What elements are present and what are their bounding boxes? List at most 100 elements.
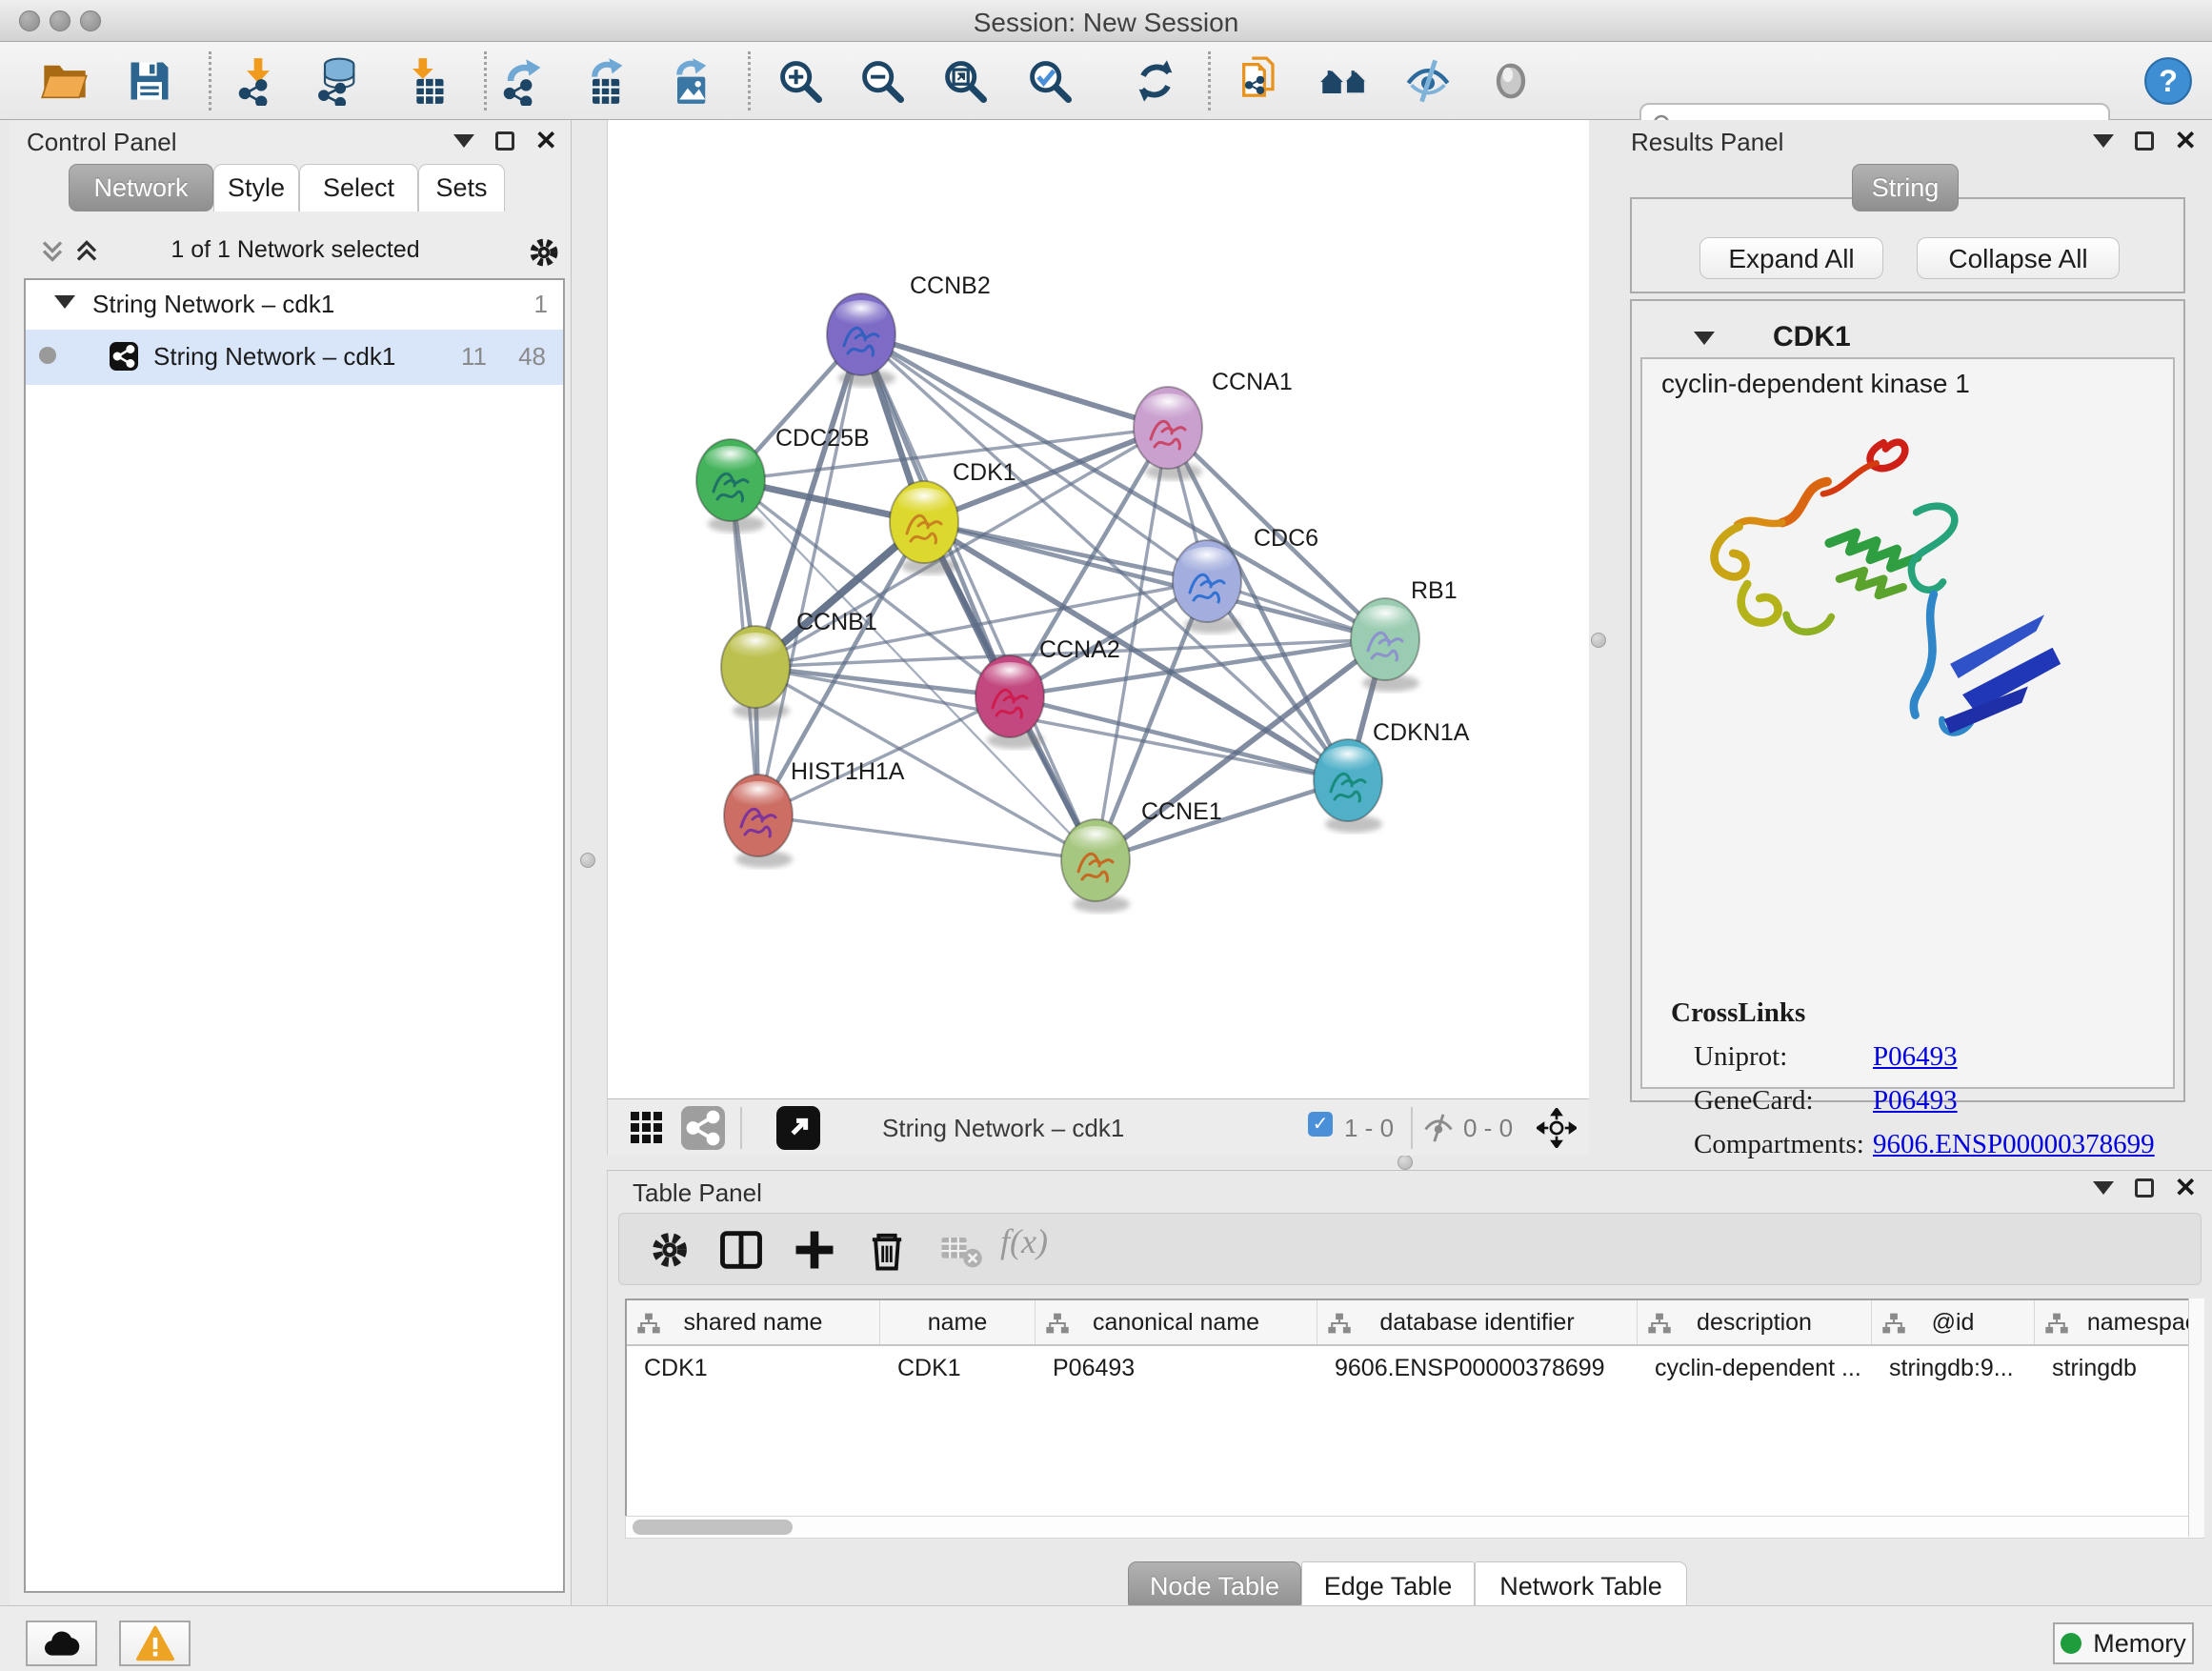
- zoom-out-icon[interactable]: [857, 56, 907, 106]
- collapse-all-chevron-icon[interactable]: [38, 238, 67, 267]
- gene-expander-icon[interactable]: [1694, 332, 1715, 345]
- window-title: Session: New Session: [0, 8, 2212, 38]
- import-network-file-icon[interactable]: [233, 56, 283, 106]
- column-label: shared name: [684, 1309, 823, 1337]
- panel-float-icon[interactable]: [2135, 1178, 2154, 1198]
- panel-menu-icon[interactable]: [2093, 1181, 2114, 1195]
- column-header-shared-name[interactable]: shared name: [627, 1300, 880, 1344]
- crosslink-link[interactable]: 9606.ENSP00000378699: [1873, 1129, 2155, 1160]
- network-node-CCNE1[interactable]: CCNE1: [1061, 798, 1222, 913]
- panel-menu-icon[interactable]: [2093, 134, 2114, 148]
- export-table-icon[interactable]: [580, 56, 630, 106]
- warning-button[interactable]: [119, 1621, 191, 1666]
- column-header-canonical-name[interactable]: canonical name: [1036, 1300, 1317, 1344]
- open-session-icon[interactable]: [40, 56, 90, 106]
- tab-edge-table[interactable]: Edge Table: [1301, 1561, 1475, 1611]
- table-body: CDK1CDK1P064939606.ENSP00000378699cyclin…: [627, 1346, 2202, 1390]
- memory-button[interactable]: Memory: [2053, 1622, 2194, 1664]
- panel-close-icon[interactable]: ✕: [535, 131, 557, 151]
- crosslink-link[interactable]: P06493: [1873, 1085, 1958, 1117]
- crosslink-label: Uniprot:: [1694, 1041, 1787, 1073]
- table-row[interactable]: CDK1CDK1P064939606.ENSP00000378699cyclin…: [627, 1346, 2202, 1390]
- network-node-CDC25B[interactable]: CDC25B: [696, 425, 870, 533]
- panel-close-icon[interactable]: ✕: [2175, 131, 2197, 151]
- delete-column-icon[interactable]: [862, 1225, 912, 1275]
- network-node-CCNA1[interactable]: CCNA1: [1134, 369, 1293, 480]
- panel-menu-icon[interactable]: [453, 134, 474, 148]
- horizontal-splitter-handle[interactable]: [1398, 1155, 1413, 1170]
- tab-string[interactable]: String: [1852, 164, 1959, 211]
- table-cell[interactable]: stringdb: [2035, 1346, 2204, 1390]
- collapse-all-button[interactable]: Collapse All: [1917, 237, 2120, 279]
- tab-network-table[interactable]: Network Table: [1475, 1561, 1687, 1611]
- hide-selected-eye-icon[interactable]: [1403, 56, 1453, 106]
- help-icon[interactable]: ?: [2143, 56, 2193, 106]
- table-gear-icon[interactable]: [645, 1225, 694, 1275]
- tab-network[interactable]: Network: [69, 164, 213, 211]
- column-header--id[interactable]: @id: [1872, 1300, 2035, 1344]
- birdseye-view-icon[interactable]: [776, 1106, 820, 1150]
- network-node-RB1[interactable]: RB1: [1351, 577, 1458, 692]
- horizontal-scrollbar-thumb[interactable]: [633, 1520, 793, 1535]
- column-header-name[interactable]: name: [880, 1300, 1036, 1344]
- collection-expander-icon[interactable]: [54, 295, 75, 309]
- panel-close-icon[interactable]: ✕: [2175, 1178, 2197, 1198]
- network-edge-CCNB2-CCNA1[interactable]: [861, 334, 1168, 428]
- tab-sets[interactable]: Sets: [418, 164, 505, 211]
- table-cell[interactable]: P06493: [1036, 1346, 1317, 1390]
- show-hidden-eye-icon[interactable]: [1486, 56, 1536, 106]
- selected-checkbox-icon[interactable]: ✓: [1308, 1112, 1333, 1137]
- select-columns-icon[interactable]: [716, 1225, 766, 1275]
- tab-node-table[interactable]: Node Table: [1128, 1561, 1301, 1611]
- table-cell[interactable]: CDK1: [880, 1346, 1036, 1390]
- table-cell[interactable]: 9606.ENSP00000378699: [1317, 1346, 1638, 1390]
- network-node-HIST1H1A[interactable]: HIST1H1A: [724, 758, 905, 868]
- expand-all-button[interactable]: Expand All: [1699, 237, 1883, 279]
- panel-float-icon[interactable]: [495, 131, 514, 151]
- network-view-toolbar: String Network – cdk1 ✓ 1 - 0 0 - 0: [607, 1098, 1589, 1156]
- export-network-icon[interactable]: [498, 56, 548, 106]
- column-header-description[interactable]: description: [1638, 1300, 1872, 1344]
- left-splitter-handle[interactable]: [580, 853, 595, 868]
- gear-icon[interactable]: [524, 232, 564, 272]
- network-node-CDKN1A[interactable]: CDKN1A: [1314, 719, 1470, 833]
- column-header-namespace[interactable]: namespace: [2035, 1300, 2204, 1344]
- title-bar: Session: New Session: [0, 0, 2212, 42]
- panel-float-icon[interactable]: [2135, 131, 2154, 151]
- network-edge-CCNB2-HIST1H1A[interactable]: [758, 334, 861, 815]
- zoom-selected-icon[interactable]: [1025, 56, 1075, 106]
- horizontal-scrollbar[interactable]: [625, 1516, 2204, 1539]
- network-edge-CCNA2-HIST1H1A[interactable]: [758, 696, 1010, 815]
- add-column-icon[interactable]: [790, 1225, 839, 1275]
- crosslink-link[interactable]: P06493: [1873, 1041, 1958, 1073]
- cloud-button[interactable]: [26, 1621, 97, 1666]
- memory-status-dot-icon: [2061, 1633, 2081, 1654]
- network-share-view-icon[interactable]: [681, 1106, 725, 1150]
- toolbar-separator: [209, 51, 211, 111]
- network-edge-HIST1H1A-CCNE1[interactable]: [758, 815, 1096, 860]
- show-all-houses-icon[interactable]: [1319, 56, 1369, 106]
- zoom-in-icon[interactable]: [775, 56, 825, 106]
- table-cell[interactable]: stringdb:9...: [1872, 1346, 2035, 1390]
- right-splitter-handle[interactable]: [1591, 633, 1606, 648]
- network-row[interactable]: String Network – cdk1 11 48: [26, 330, 563, 385]
- network-canvas[interactable]: CCNB2CCNA1CDC25BCDK1CDC6RB1CCNB1CCNA2CDK…: [607, 120, 1589, 1098]
- import-network-database-icon[interactable]: [312, 56, 362, 106]
- save-session-icon[interactable]: [125, 56, 174, 106]
- grid-view-icon[interactable]: [630, 1111, 664, 1145]
- tab-style[interactable]: Style: [213, 164, 299, 211]
- cloud-icon: [41, 1626, 83, 1661]
- export-image-icon[interactable]: [665, 56, 714, 106]
- new-network-from-selection-icon[interactable]: [1236, 56, 1285, 106]
- refresh-icon[interactable]: [1131, 56, 1180, 106]
- fit-content-crosshair-icon[interactable]: [1537, 1108, 1577, 1148]
- table-cell[interactable]: cyclin-dependent ...: [1638, 1346, 1872, 1390]
- import-table-icon[interactable]: [400, 56, 450, 106]
- tab-select[interactable]: Select: [299, 164, 418, 211]
- column-header-database-identifier[interactable]: database identifier: [1317, 1300, 1638, 1344]
- table-cell[interactable]: CDK1: [627, 1346, 880, 1390]
- network-collection-row[interactable]: String Network – cdk1 1: [26, 280, 563, 330]
- node-label-RB1: RB1: [1411, 577, 1458, 604]
- zoom-fit-icon[interactable]: [940, 56, 990, 106]
- vertical-scrollbar[interactable]: [2188, 1299, 2204, 1537]
